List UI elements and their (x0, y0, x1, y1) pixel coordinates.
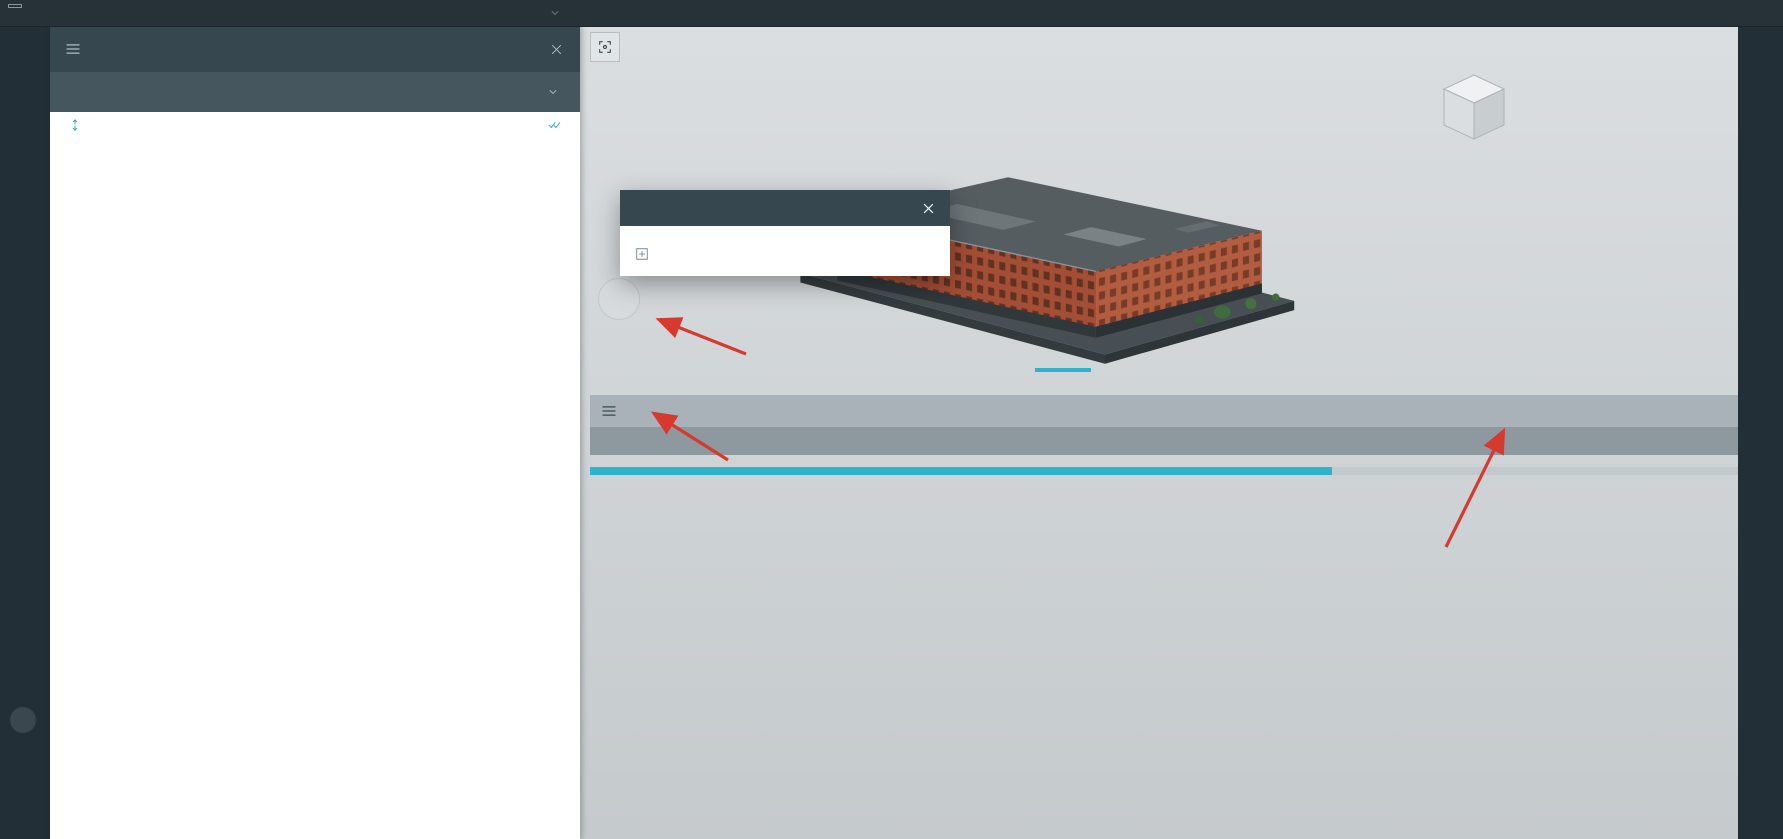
panel-close-icon[interactable] (549, 42, 564, 57)
focus-view-icon[interactable] (590, 32, 620, 62)
app-logo[interactable] (8, 4, 22, 8)
table-menu-glyph (600, 402, 618, 420)
table-header (590, 427, 1738, 455)
panel-header (50, 26, 580, 72)
double-check-icon (548, 118, 562, 132)
close-glyph (549, 42, 564, 57)
view-cube[interactable] (1438, 70, 1510, 144)
chevron-down-icon (548, 6, 562, 20)
modal-header (620, 190, 950, 226)
modal-close-icon[interactable] (921, 201, 936, 216)
expand-tree-link[interactable] (68, 118, 88, 132)
clash-marker[interactable] (598, 278, 640, 320)
column-settings-modal (620, 190, 950, 276)
checks-panel (50, 26, 580, 839)
expand-collapse-icon (68, 118, 82, 132)
checks-table (590, 395, 1738, 475)
modal-body (620, 226, 950, 276)
right-toolbar (1738, 26, 1783, 839)
scroll-indicator (1035, 368, 1091, 372)
select-all-link[interactable] (542, 118, 562, 132)
panel-menu-icon[interactable] (64, 40, 82, 58)
topbar (0, 0, 1783, 27)
scrollbar-thumb[interactable] (590, 467, 1332, 475)
horizontal-scrollbar[interactable] (590, 467, 1738, 475)
help-button[interactable] (10, 707, 36, 733)
focus-glyph (597, 39, 613, 55)
plus-box-icon (634, 246, 650, 262)
table-menu-icon[interactable] (600, 402, 618, 420)
rules-tree-select[interactable] (50, 72, 580, 112)
chevron-down-icon (546, 85, 560, 99)
workspace-select[interactable] (384, 0, 562, 26)
close-glyph (921, 201, 936, 216)
panel-menu-glyph (64, 40, 82, 58)
table-toolbar (590, 395, 1738, 427)
add-column-button[interactable] (632, 246, 938, 262)
tree-tools (50, 112, 580, 138)
